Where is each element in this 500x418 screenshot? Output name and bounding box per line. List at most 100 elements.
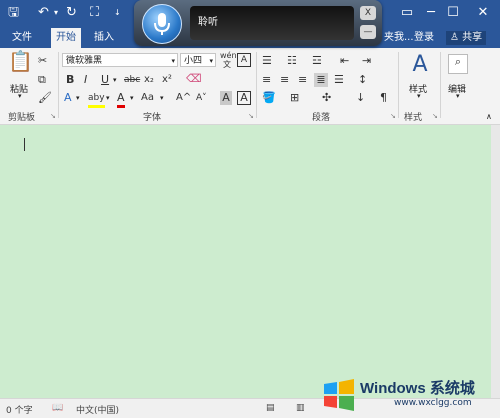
justify-icon[interactable]: ≣ (314, 73, 328, 87)
font-launcher-icon[interactable]: ↘ (248, 112, 254, 120)
divider (398, 52, 399, 118)
format-painter-icon[interactable]: 🖌 (38, 91, 52, 105)
speech-status-display: 聆听 (190, 6, 354, 40)
subscript-button[interactable]: x₂ (144, 73, 154, 87)
divider (58, 52, 59, 118)
paste-icon[interactable]: 📋 (8, 51, 33, 80)
font-size-select[interactable]: 小四 ▾ (180, 53, 216, 67)
proofing-icon[interactable]: 📖 (52, 403, 63, 413)
language-status[interactable]: 中文(中国) (76, 403, 119, 416)
font-name-value: 微软雅黑 (66, 56, 103, 66)
close-button[interactable]: ✕ (466, 0, 500, 28)
paste-dropdown-icon[interactable]: ▾ (18, 92, 22, 100)
numbering-icon[interactable]: ☷ (287, 54, 297, 68)
speech-recognition-bar: 聆听 X — (134, 0, 382, 46)
highlight-color-button[interactable]: aby (88, 91, 105, 108)
speech-minimize-button[interactable]: — (360, 25, 376, 39)
font-size-value: 小四 (184, 56, 203, 66)
maximize-button[interactable]: ☐ (436, 0, 470, 28)
tab-tell-me[interactable]: 夹我... (384, 31, 414, 45)
paragraph-group-label: 段落 (312, 113, 331, 123)
clipboard-launcher-icon[interactable]: ↘ (50, 112, 56, 120)
increase-indent-icon[interactable]: ⇥ (362, 54, 371, 68)
italic-button[interactable]: I (84, 73, 87, 87)
borders-icon[interactable]: ⊞ (290, 91, 299, 105)
styles-launcher-icon[interactable]: ↘ (432, 112, 438, 120)
change-case-button[interactable]: Aa (141, 91, 154, 105)
styles-dropdown-icon[interactable]: ▾ (417, 92, 421, 100)
bullets-icon[interactable]: ☰ (262, 54, 272, 68)
align-left-icon[interactable]: ≡ (262, 73, 271, 87)
speech-close-button[interactable]: X (360, 6, 376, 20)
text-effects-dropdown-icon[interactable]: ▾ (76, 94, 80, 102)
login-link[interactable]: 登录 (414, 31, 434, 45)
person-icon: ♙ (450, 32, 459, 43)
divider (440, 52, 441, 118)
word-count[interactable]: 0 个字 (6, 403, 33, 416)
chevron-down-icon: ▾ (171, 57, 175, 65)
watermark: Windows 系统城 www.wxclgg.com (320, 375, 495, 415)
document-canvas[interactable] (0, 125, 500, 398)
text-cursor (24, 138, 25, 151)
shading-icon[interactable]: 🪣 (262, 91, 276, 105)
chevron-down-icon: ▾ (209, 57, 213, 65)
windows-logo-icon (324, 379, 354, 411)
superscript-button[interactable]: x² (162, 73, 172, 87)
styles-icon[interactable]: A (408, 52, 432, 78)
ribbon-home: 📋 粘贴 ▾ ✂ ⧉ 🖌 剪贴板 ↘ 微软雅黑 ▾ 小四 ▾ wén 文 A B I … (0, 48, 500, 125)
microphone-button[interactable] (142, 4, 182, 44)
align-center-icon[interactable]: ≡ (280, 73, 289, 87)
read-mode-icon[interactable]: ▤ (266, 403, 275, 413)
font-name-select[interactable]: 微软雅黑 ▾ (62, 53, 178, 67)
print-layout-icon[interactable]: ▥ (296, 403, 305, 413)
change-case-dropdown-icon[interactable]: ▾ (160, 94, 164, 102)
redo-icon[interactable]: ↻ (66, 5, 77, 21)
vertical-scrollbar[interactable] (491, 125, 500, 398)
tab-file[interactable]: 文件 (12, 31, 32, 45)
strikethrough-button[interactable]: abc (124, 73, 140, 87)
share-button[interactable]: ♙ 共享 (446, 31, 487, 45)
paragraph-launcher-icon[interactable]: ↘ (390, 112, 396, 120)
show-marks-icon[interactable]: ¶ (380, 91, 387, 105)
watermark-url: www.wxclgg.com (394, 398, 472, 408)
copy-icon[interactable]: ⧉ (38, 73, 46, 87)
character-border-button[interactable]: A (237, 91, 251, 105)
share-label: 共享 (462, 32, 483, 43)
enclosed-character-button[interactable]: A (237, 53, 251, 67)
phonetic-guide-button[interactable]: wén 文 (220, 51, 237, 69)
customize-toolbar-icon[interactable]: ↓ (114, 5, 121, 21)
font-color-button[interactable]: A (117, 91, 125, 108)
grow-font-button[interactable]: A^ (176, 91, 191, 105)
microphone-icon (154, 13, 170, 35)
watermark-title: Windows 系统城 (360, 380, 475, 397)
line-spacing-icon[interactable]: ↕ (358, 73, 367, 87)
shrink-font-button[interactable]: A˅ (196, 91, 207, 105)
phonetic-guide-text: wén (220, 51, 237, 60)
highlight-dropdown-icon[interactable]: ▾ (106, 94, 110, 102)
bold-button[interactable]: B (66, 73, 74, 87)
editing-dropdown-icon[interactable]: ▾ (456, 92, 460, 100)
divider (256, 52, 257, 118)
text-effects-button[interactable]: A (64, 91, 72, 105)
distributed-icon[interactable]: ☰ (334, 73, 344, 87)
undo-dropdown-icon[interactable]: ▾ (54, 5, 58, 21)
tab-home[interactable]: 开始 (51, 28, 81, 48)
tab-insert[interactable]: 插入 (94, 31, 114, 45)
undo-icon[interactable]: ↶ (38, 5, 49, 21)
find-icon[interactable]: ⌕ (448, 54, 468, 74)
underline-dropdown-icon[interactable]: ▾ (113, 76, 117, 84)
font-color-dropdown-icon[interactable]: ▾ (130, 94, 134, 102)
sort-icon[interactable]: ↓ (356, 91, 365, 105)
underline-button[interactable]: U (101, 73, 109, 87)
touch-mode-icon[interactable]: ⛶ (90, 5, 99, 21)
multilevel-list-icon[interactable]: ☲ (312, 54, 322, 68)
collapse-ribbon-icon[interactable]: ∧ (486, 112, 492, 121)
align-right-icon[interactable]: ≡ (298, 73, 307, 87)
font-group-label: 字体 (143, 113, 162, 123)
save-icon[interactable]: 🖫 (8, 5, 19, 21)
cut-icon[interactable]: ✂ (38, 54, 47, 68)
clear-formatting-icon[interactable]: ⌫ (186, 72, 202, 86)
character-shading-button[interactable]: A (220, 91, 232, 105)
chinese-layout-icon[interactable]: ✣ (322, 91, 331, 105)
decrease-indent-icon[interactable]: ⇤ (340, 54, 349, 68)
